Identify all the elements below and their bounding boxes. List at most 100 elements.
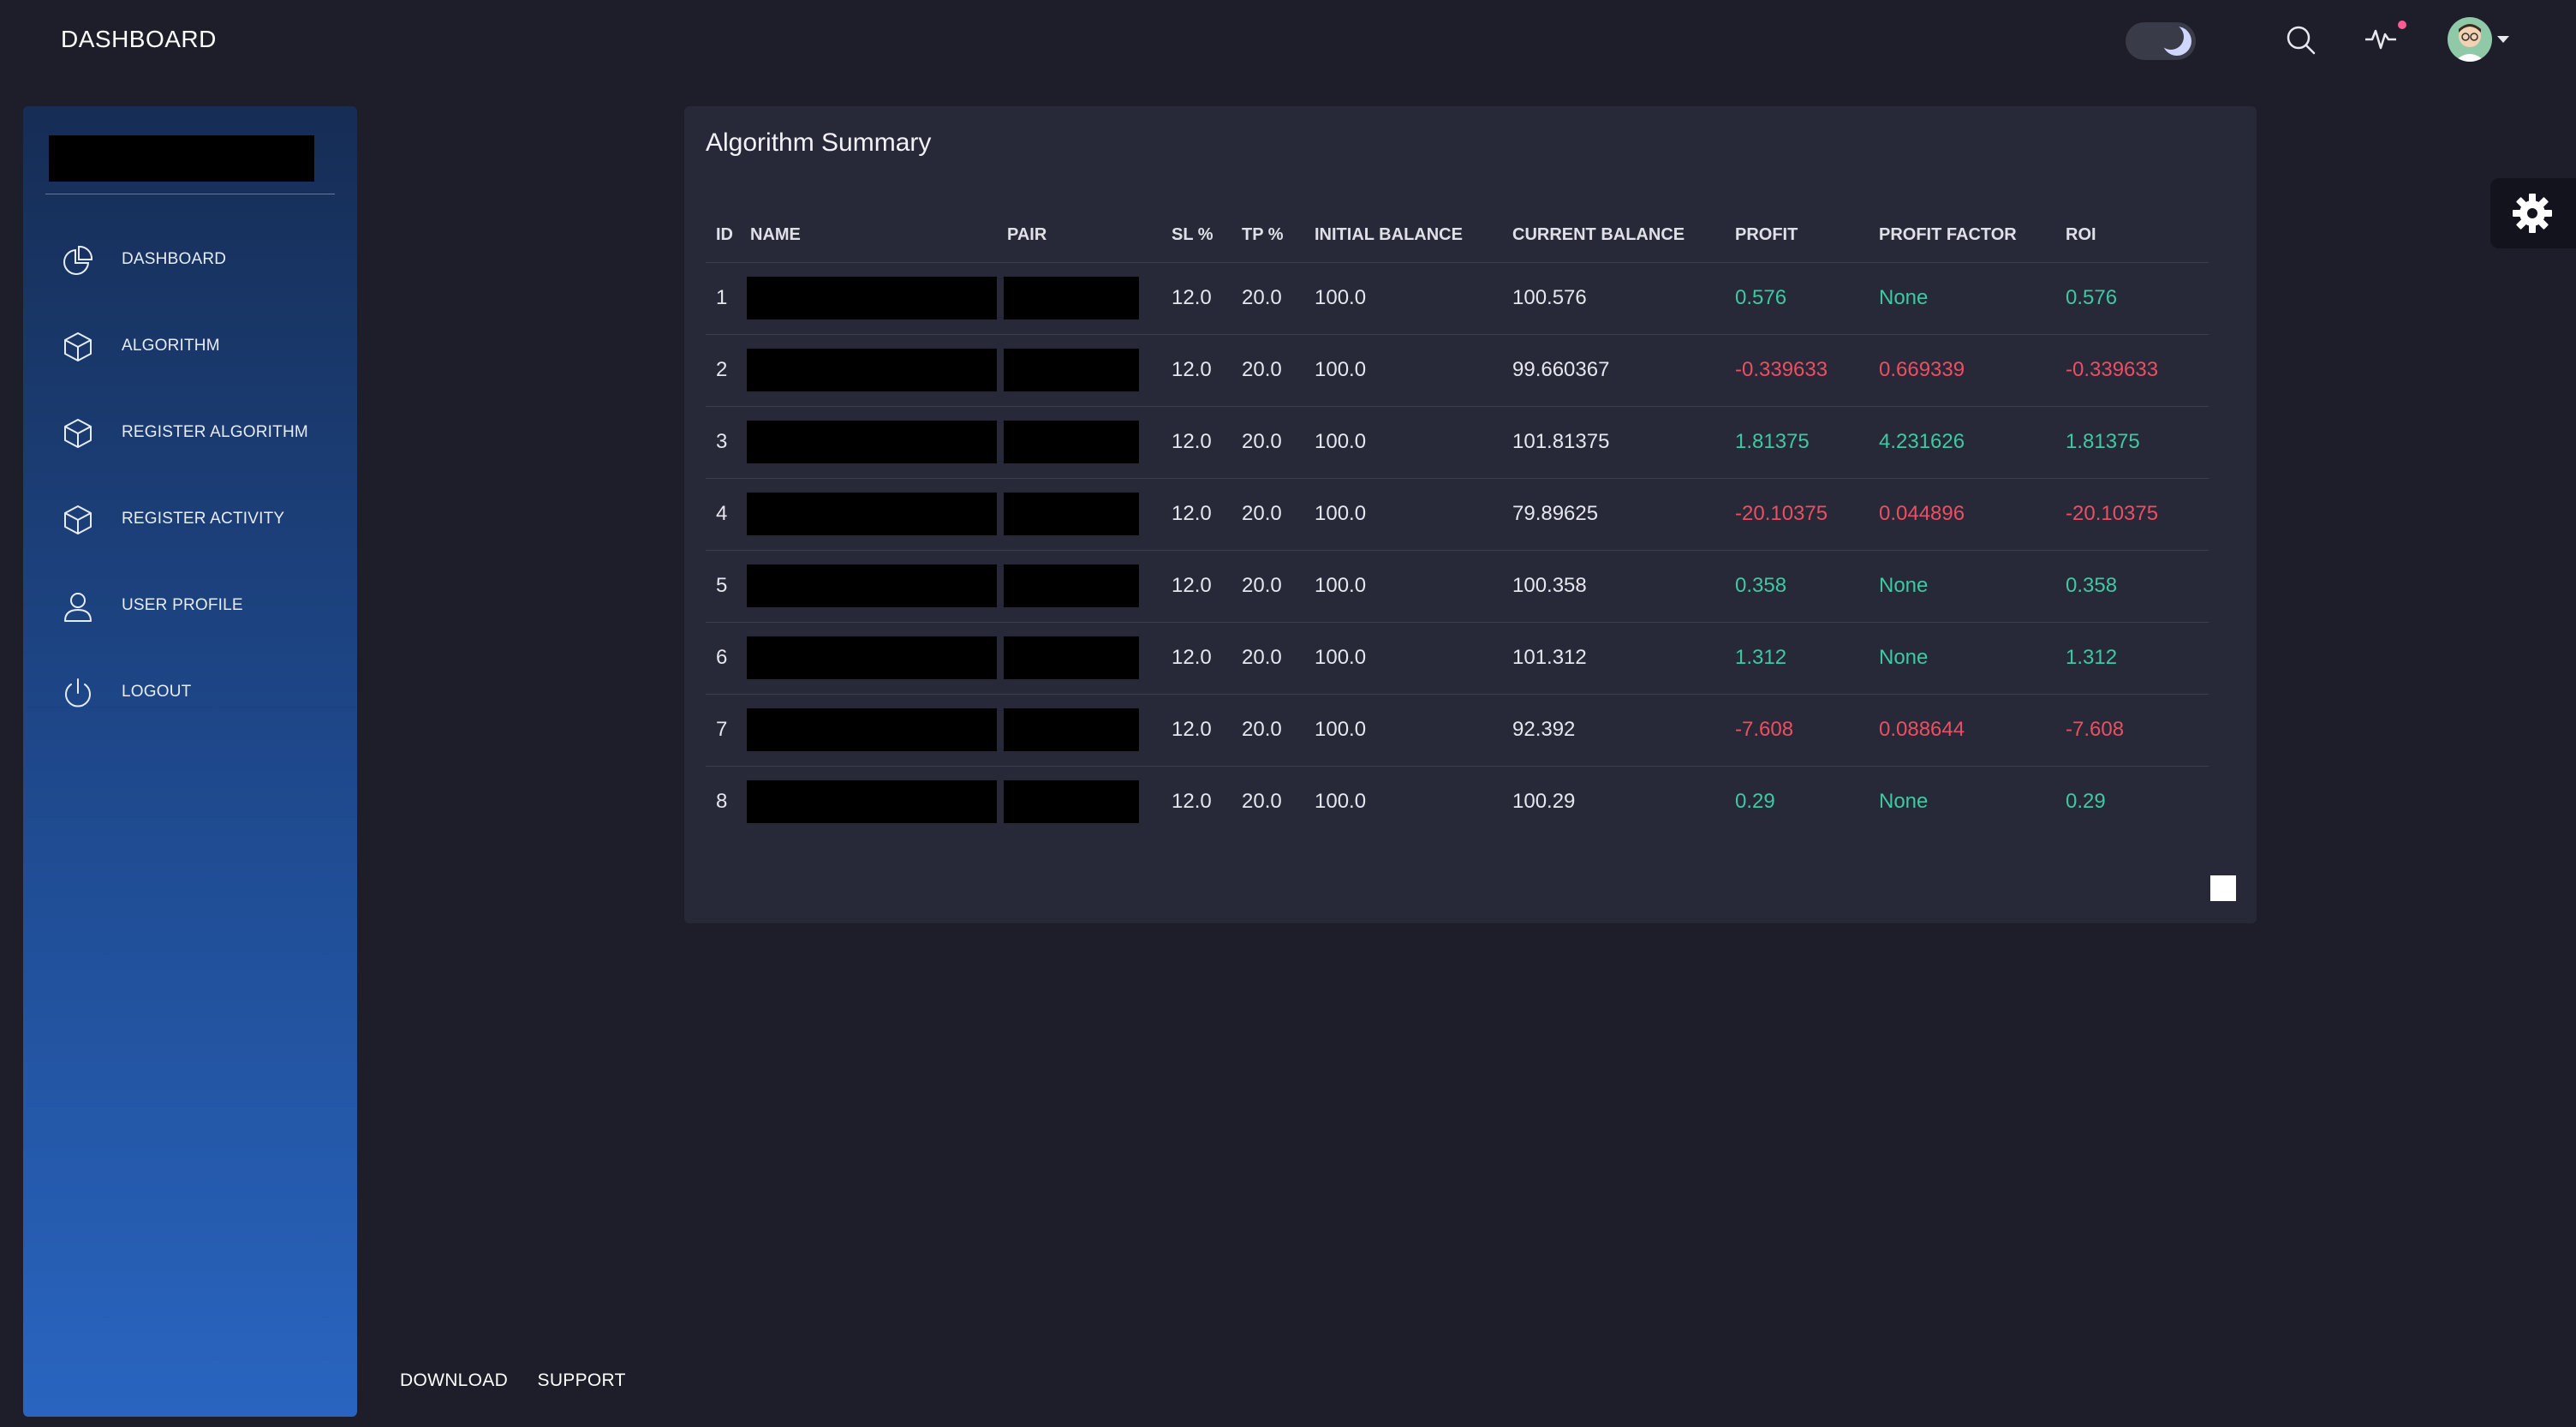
cell-id: 5 (706, 550, 740, 623)
redacted-block (747, 708, 997, 751)
redacted-block (1004, 277, 1139, 319)
cell-current-balance: 100.358 (1502, 550, 1725, 623)
cell-tp: 20.0 (1231, 550, 1304, 623)
user-icon (61, 589, 95, 624)
table-row: 1 12.0 20.0 100.0 100.576 0.576 None 0.576 (706, 262, 2209, 335)
notification-dot (2398, 21, 2406, 29)
cube-icon (61, 416, 95, 451)
cell-pair-redacted (997, 406, 1161, 479)
sidebar-item-user-profile[interactable]: USER PROFILE (23, 579, 357, 630)
column-header-profit-factor: PROFIT FACTOR (1869, 209, 2055, 263)
cell-initial-balance: 100.0 (1304, 694, 1502, 767)
sidebar-item-algorithm[interactable]: ALGORITHM (23, 319, 357, 371)
chevron-down-icon[interactable] (2497, 36, 2509, 43)
settings-tab[interactable] (2490, 178, 2576, 248)
cell-pair-redacted (997, 550, 1161, 623)
sidebar-item-label: DASHBOARD (122, 250, 227, 268)
cube-icon (61, 503, 95, 537)
cell-id: 3 (706, 406, 740, 479)
cell-initial-balance: 100.0 (1304, 262, 1502, 335)
table-row: 3 12.0 20.0 100.0 101.81375 1.81375 4.231626 1.… (706, 406, 2209, 479)
redacted-block (1004, 708, 1139, 751)
cell-profit: 1.312 (1725, 622, 1869, 695)
sidebar-item-register-algorithm[interactable]: REGISTER ALGORITHM (23, 406, 357, 457)
cell-tp: 20.0 (1242, 790, 1282, 814)
cell-profit-factor: 0.044896 (1869, 478, 2055, 551)
gear-icon (2513, 194, 2552, 233)
cell-name-redacted (740, 550, 997, 623)
table-row: 2 12.0 20.0 100.0 99.660367 -0.339633 0.669339… (706, 334, 2209, 407)
sidebar-item-label: ALGORITHM (122, 337, 220, 355)
sidebar-item-dashboard[interactable]: DASHBOARD (23, 233, 357, 284)
cell-current-balance: 99.660367 (1502, 334, 1725, 407)
cell-profit: -7.608 (1725, 694, 1869, 767)
column-header-initial-balance: INITIAL BALANCE (1304, 209, 1502, 263)
cell-initial-balance: 100.0 (1304, 478, 1502, 551)
cell-initial-balance: 100.0 (1315, 790, 1367, 814)
cell-roi: -0.339633 (2055, 334, 2209, 407)
column-header-roi: ROI (2055, 209, 2209, 263)
footer-link-download[interactable]: DOWNLOAD (400, 1370, 508, 1390)
corner-square[interactable] (2210, 875, 2236, 901)
sidebar: DASHBOARD ALGORITHM REGISTER ALGORITHM R… (23, 106, 357, 1417)
activity-icon[interactable] (2364, 21, 2398, 55)
algorithm-summary-table: ID NAME PAIR SL % TP % INITIAL BALANCE C… (706, 209, 2209, 838)
search-icon[interactable] (2283, 22, 2317, 57)
redacted-block (747, 277, 997, 319)
column-header-sl: SL % (1161, 209, 1231, 263)
sidebar-item-logout[interactable]: LOGOUT (23, 666, 357, 717)
redacted-block (1004, 780, 1139, 824)
avatar[interactable] (2448, 17, 2492, 62)
table-row: 4 12.0 20.0 100.0 79.89625 -20.10375 0.044896-… (706, 478, 2209, 551)
cell-roi: 0.358 (2055, 550, 2209, 623)
cell-roi: 1.81375 (2055, 406, 2209, 479)
cell-roi: 1.312 (2055, 622, 2209, 695)
sidebar-item-register-activity[interactable]: REGISTER ACTIVITY (23, 493, 357, 544)
algorithm-summary-card: Algorithm Summary ID NAME PAIR SL % TP %… (684, 106, 2257, 923)
sidebar-logo[interactable] (49, 135, 314, 182)
cell-tp: 20.0 (1231, 478, 1304, 551)
table-row: 8 12.0 20.0 100.0 100.29 0.29 None 0.29 (706, 766, 2209, 838)
cell-id: 8 (716, 790, 728, 814)
cell-id: 1 (706, 262, 740, 335)
card-title: Algorithm Summary (706, 128, 932, 157)
redacted-block (747, 564, 997, 607)
cell-name-redacted (740, 622, 997, 695)
cell-profit: 0.576 (1725, 262, 1869, 335)
cell-name-redacted (740, 406, 997, 479)
cell-pair-redacted (997, 622, 1161, 695)
theme-toggle[interactable] (2126, 22, 2196, 60)
cube-icon (61, 330, 95, 364)
cell-profit-factor: 0.669339 (1869, 334, 2055, 407)
sidebar-item-label: USER PROFILE (122, 596, 243, 614)
table-header-row: ID NAME PAIR SL % TP % INITIAL BALANCE C… (706, 209, 2209, 263)
cell-profit-factor: None (1869, 550, 2055, 623)
cell-tp: 20.0 (1231, 622, 1304, 695)
redacted-block (1004, 636, 1139, 679)
footer-link-support[interactable]: SUPPORT (538, 1370, 626, 1390)
cell-profit: 0.358 (1725, 550, 1869, 623)
redacted-block (1004, 564, 1139, 607)
cell-initial-balance: 100.0 (1304, 622, 1502, 695)
cell-current-balance: 101.81375 (1502, 406, 1725, 479)
cell-initial-balance: 100.0 (1304, 406, 1502, 479)
cell-profit-factor: None (1869, 622, 2055, 695)
cell-profit-factor: None (1879, 790, 1929, 814)
cell-profit: 0.29 (1735, 790, 1775, 814)
table-row: 6 12.0 20.0 100.0 101.312 1.312 None 1.312 (706, 622, 2209, 695)
cell-pair-redacted (997, 694, 1161, 767)
navbar-brand[interactable]: DASHBOARD (61, 26, 217, 53)
power-icon (61, 676, 95, 710)
cell-initial-balance: 100.0 (1304, 550, 1502, 623)
moon-icon (2158, 24, 2191, 56)
cell-current-balance: 101.312 (1502, 622, 1725, 695)
cell-sl: 12.0 (1161, 550, 1231, 623)
column-header-current-balance: CURRENT BALANCE (1502, 209, 1725, 263)
table-row: 5 12.0 20.0 100.0 100.358 0.358 None 0.358 (706, 550, 2209, 623)
pie-chart-icon (61, 243, 95, 278)
cell-pair-redacted (997, 334, 1161, 407)
redacted-block (747, 780, 997, 824)
column-header-id: ID (706, 209, 740, 263)
cell-tp: 20.0 (1231, 334, 1304, 407)
column-header-name: NAME (740, 209, 997, 263)
